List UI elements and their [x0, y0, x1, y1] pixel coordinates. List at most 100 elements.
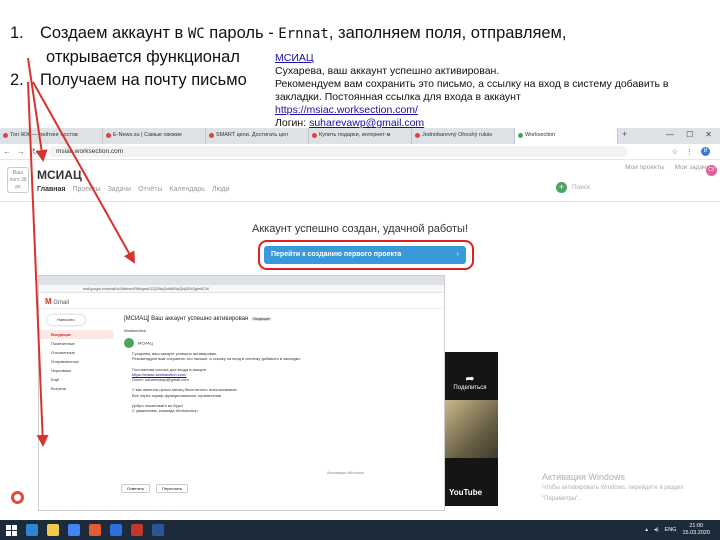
activation-line-2: "Параметры". — [542, 496, 580, 502]
extensions-icon[interactable]: ⋮ — [686, 148, 693, 156]
chevron-right-icon: › — [456, 251, 459, 258]
reply-button[interactable]: Ответить — [121, 484, 151, 493]
minimize-button[interactable]: — — [666, 130, 674, 142]
folder-sent[interactable]: Отправленные — [39, 357, 114, 366]
address-bar: ← → ↻ msiac.worksection.com ☆ ⋮ И — [0, 144, 720, 160]
app-icon[interactable] — [89, 524, 101, 536]
folder-snoozed[interactable]: Отложенные — [39, 348, 114, 357]
gmail-tab-strip — [39, 276, 444, 285]
step-2: 2. Получаем на почту письмо — [10, 69, 247, 91]
create-first-project-label: Перейти к созданию первого проекта — [271, 251, 402, 258]
nav-people[interactable]: Люди — [212, 186, 230, 193]
tab-favicon-icon — [209, 133, 214, 138]
address-bar-actions: ☆ ⋮ И — [672, 147, 720, 156]
gmail-screenshot: mail.google.com/mail/u/0/#inbox/FMfcgxwG… — [38, 275, 445, 511]
highlight-box: Перейти к созданию первого проекта › — [258, 240, 474, 270]
workspace-top-links: Мои проекты Мои задачи — [625, 164, 710, 171]
folder-more[interactable]: Ещё — [39, 375, 114, 384]
youtube-logo: YouTube — [449, 488, 483, 497]
share-button[interactable]: ➦ Поделиться — [450, 372, 490, 391]
email-note-line-3: закладки. Постоянная ссылка для входа в … — [275, 91, 521, 103]
url-field[interactable]: msiac.worksection.com — [48, 146, 628, 157]
volume-icon[interactable]: ◂) — [654, 527, 659, 533]
nav-tasks[interactable]: Задачи — [108, 186, 132, 193]
search-input[interactable]: Поиск — [572, 184, 590, 191]
browser-tab[interactable]: E-News.su | Самые свежие — [103, 128, 206, 144]
step-1-number: 1. — [10, 24, 24, 42]
gmail-header: M Gmail — [39, 293, 444, 309]
step-1-text-c: , заполняем поля, отправляем, — [328, 24, 567, 42]
step-2-text: Получаем на почту письмо — [40, 71, 247, 89]
word-icon[interactable] — [152, 524, 164, 536]
edge-icon[interactable] — [26, 524, 38, 536]
forward-button[interactable]: Переслать — [156, 484, 189, 493]
chrome-icon[interactable] — [68, 524, 80, 536]
more-icon[interactable]: ⋮ — [81, 168, 90, 179]
company-logo-placeholder[interactable]: Ваш лого 36 px — [7, 167, 29, 193]
windows-activation-notice: Активация Windows Чтобы активировать Win… — [542, 472, 684, 505]
network-icon[interactable]: ▴ — [645, 527, 648, 533]
explorer-icon[interactable] — [47, 524, 59, 536]
account-url-link[interactable]: https://msiac.worksection.com/ — [275, 104, 418, 116]
help-lifebuoy-icon[interactable] — [11, 491, 24, 504]
forward-icon[interactable]: → — [14, 147, 28, 156]
tab-strip: Топ ЖЖ — рейтинг постов E-News.su | Самы… — [0, 128, 720, 144]
browser-tab[interactable]: Топ ЖЖ — рейтинг постов — [0, 128, 103, 144]
video-thumbnail[interactable]: ➦ Поделиться YouTube — [445, 352, 498, 506]
worksection-logo-icon — [124, 338, 134, 348]
star-icon[interactable]: ☆ — [672, 148, 678, 156]
my-projects-link[interactable]: Мои проекты — [625, 164, 664, 171]
tab-label: Топ ЖЖ — рейтинг постов — [10, 132, 78, 138]
language-indicator[interactable]: ENG — [665, 527, 677, 533]
tab-favicon-icon — [3, 133, 8, 138]
email-note: МСИАЦ Сухарева, ваш аккаунт успешно акти… — [275, 52, 715, 130]
tab-favicon-icon — [415, 133, 420, 138]
user-avatar[interactable]: СУ — [706, 165, 717, 176]
add-icon[interactable]: + — [556, 182, 567, 193]
browser-tab[interactable]: Jednobarevný Ohouhý rukáv — [412, 128, 515, 144]
gmail-sidebar: Написать Входящие Помеченные Отложенные … — [39, 309, 114, 393]
compose-button[interactable]: Написать — [47, 315, 85, 325]
folder-drafts[interactable]: Черновики — [39, 366, 114, 375]
gmail-m-icon: M — [45, 297, 52, 306]
company-name: МСИАЦ — [37, 168, 82, 182]
browser-tab-active[interactable]: Worksection — [515, 128, 618, 144]
profile-avatar[interactable]: И — [701, 147, 710, 156]
workspace-header: Ваш лого 36 px МСИАЦ ⋮ Главная Проекты З… — [0, 160, 720, 202]
browser-tab[interactable]: SMART цели. Достигать цел — [206, 128, 309, 144]
maximize-button[interactable]: ☐ — [686, 130, 693, 142]
tab-label: Worksection — [525, 132, 556, 138]
gmail-address-bar[interactable]: mail.google.com/mail/u/0/#inbox/FMfcgxwG… — [39, 285, 444, 293]
nav-projects[interactable]: Проекты — [72, 186, 100, 193]
folder-starred[interactable]: Помеченные — [39, 339, 114, 348]
my-tasks-link[interactable]: Мои задачи — [675, 164, 710, 171]
browser-tab[interactable]: Купить подарки, интернет-м — [309, 128, 412, 144]
nav-home[interactable]: Главная — [37, 186, 65, 193]
back-icon[interactable]: ← — [0, 147, 14, 156]
share-icon: ➦ — [465, 373, 475, 385]
message-body-line: Все через тариф функциональные ограничен… — [132, 392, 222, 398]
folder-inbox[interactable]: Входящие — [39, 330, 114, 339]
message-label-badge[interactable]: Входящие — [251, 317, 272, 321]
nav-calendar[interactable]: Календарь — [170, 186, 205, 193]
new-tab-button[interactable]: + — [618, 128, 631, 144]
nav-reports[interactable]: Отчёты — [138, 186, 162, 193]
tab-label: E-News.su | Самые свежие — [113, 132, 182, 138]
message-from: Worksection — [124, 328, 146, 333]
folder-meet[interactable]: Встречи — [39, 384, 114, 393]
app-icon[interactable] — [110, 524, 122, 536]
sender-link[interactable]: МСИАЦ — [275, 52, 314, 64]
system-tray: ▴ ◂) ENG 21:00 15.03.2020 — [645, 523, 720, 537]
create-first-project-button[interactable]: Перейти к созданию первого проекта › — [264, 246, 466, 264]
step-1-code-a: WC — [187, 26, 205, 42]
step-1: 1. Создаем аккаунт в WC пароль - Ernnat, … — [10, 22, 567, 45]
gmail-message: [МСИАЦ] Ваш аккаунт успешно активирован В… — [124, 316, 434, 413]
close-button[interactable]: ✕ — [705, 130, 712, 142]
reload-icon[interactable]: ↻ — [28, 147, 42, 156]
app-icon[interactable] — [131, 524, 143, 536]
activation-line-1: Чтобы активировать Windows, перейдите в … — [542, 485, 684, 491]
windows-start-icon[interactable] — [6, 524, 17, 536]
clock[interactable]: 21:00 15.03.2020 — [682, 523, 710, 537]
step-1-text-a: Создаем аккаунт в — [40, 24, 188, 42]
tab-favicon-icon — [312, 133, 317, 138]
